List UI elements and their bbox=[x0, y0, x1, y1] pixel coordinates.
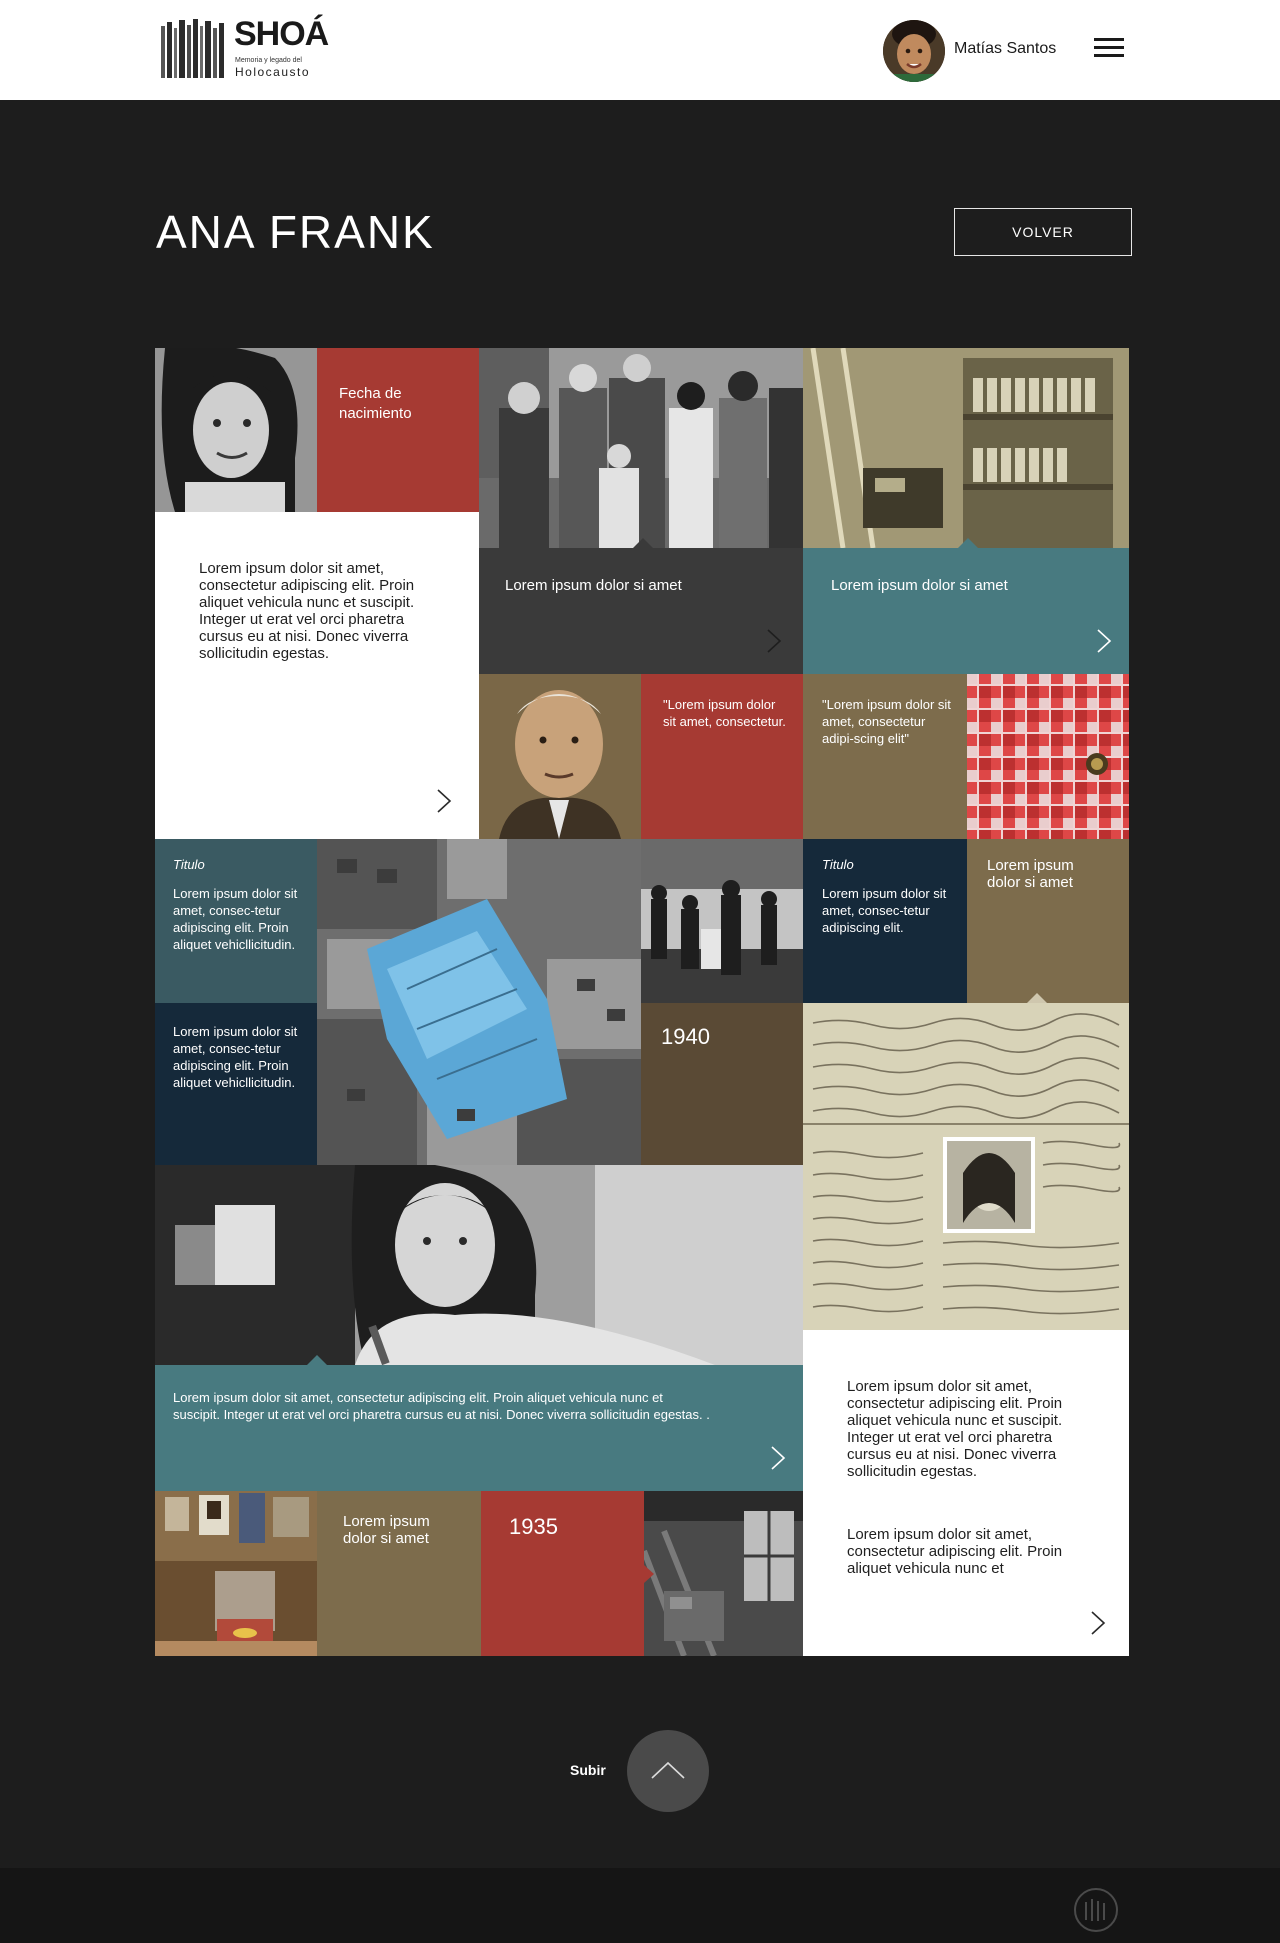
family-caption-tile[interactable]: Lorem ipsum dolor si amet bbox=[479, 548, 803, 674]
otto-frank-photo[interactable] bbox=[479, 674, 641, 839]
birth-date-label: Fecha de nacimiento bbox=[339, 385, 412, 422]
attic-room-photo[interactable] bbox=[644, 1491, 803, 1656]
olive-caption-tile[interactable]: Lorem ipsum dolor si amet bbox=[967, 839, 1129, 1003]
camp-scene-photo[interactable] bbox=[641, 839, 803, 1003]
logo-tagline: Holocausto bbox=[235, 65, 311, 79]
intro-text: Lorem ipsum dolor sit amet, consectetur … bbox=[199, 560, 415, 662]
year-label: 1935 bbox=[509, 1514, 558, 1539]
tile-notch bbox=[307, 1355, 327, 1365]
site-footer bbox=[0, 1868, 1280, 1943]
family-group-photo[interactable] bbox=[479, 348, 803, 548]
olive-caption: Lorem ipsum dolor si amet bbox=[987, 857, 1074, 891]
side-text-2: Lorem ipsum dolor sit amet, consectetur … bbox=[847, 1526, 1063, 1577]
aerial-annex-photo[interactable] bbox=[317, 839, 641, 1165]
tile-body-text: Lorem ipsum dolor sit amet, consec-tetur… bbox=[822, 886, 947, 935]
family-caption: Lorem ipsum dolor si amet bbox=[505, 577, 682, 594]
tile-title-label: Titulo bbox=[822, 857, 854, 872]
silhouettes-logo-icon bbox=[161, 19, 224, 78]
intro-text-tile[interactable]: Lorem ipsum dolor sit amet, consectetur … bbox=[155, 512, 479, 839]
titulo-teal-tile[interactable]: Titulo Lorem ipsum dolor sit amet, conse… bbox=[155, 839, 317, 1003]
logo-subtitle: Memoria y legado del bbox=[235, 57, 302, 64]
hamburger-menu-icon[interactable] bbox=[1094, 38, 1124, 60]
tile-notch bbox=[958, 538, 978, 548]
tile-body-text: Lorem ipsum dolor sit amet, consec-tetur… bbox=[173, 886, 298, 952]
tile-title-label: Titulo bbox=[173, 857, 205, 872]
annex-caption-tile[interactable]: Lorem ipsum dolor si amet bbox=[803, 548, 1129, 674]
navy-text-tile[interactable]: Lorem ipsum dolor sit amet, consec-tetur… bbox=[155, 1003, 317, 1165]
secret-annex-bookcase-photo[interactable] bbox=[803, 348, 1129, 548]
back-button[interactable]: VOLVER bbox=[954, 208, 1132, 256]
scroll-top-button[interactable] bbox=[627, 1730, 709, 1812]
footer-emblem-icon bbox=[1085, 1899, 1105, 1921]
chevron-up-icon bbox=[651, 1761, 685, 1779]
writing-text: Lorem ipsum dolor sit amet, consectetur … bbox=[173, 1390, 710, 1422]
year-1935-tile[interactable]: 1935 bbox=[481, 1491, 644, 1656]
chevron-right-icon[interactable] bbox=[435, 788, 453, 814]
shoa-logo[interactable]: SHOÁ Memoria y legado del Holocausto bbox=[158, 16, 329, 82]
side-text-tile[interactable]: Lorem ipsum dolor sit amet, consectetur … bbox=[803, 1330, 1129, 1656]
otto-quote: "Lorem ipsum dolor sit amet, consectetur… bbox=[663, 697, 786, 729]
user-photo bbox=[883, 20, 945, 82]
chevron-right-icon[interactable] bbox=[765, 628, 783, 654]
museum-caption-tile[interactable]: Lorem ipsum dolor si amet bbox=[317, 1491, 481, 1656]
chevron-right-icon[interactable] bbox=[769, 1445, 787, 1471]
tile-notch bbox=[644, 1565, 654, 1583]
birth-date-tile[interactable]: Fecha de nacimiento bbox=[317, 348, 479, 512]
titulo-navy-tile[interactable]: Titulo Lorem ipsum dolor sit amet, conse… bbox=[803, 839, 967, 1003]
diary-quote: "Lorem ipsum dolor sit amet, consectetur… bbox=[822, 697, 951, 746]
anne-writing-photo[interactable] bbox=[155, 1165, 803, 1365]
museum-caption: Lorem ipsum dolor si amet bbox=[343, 1513, 430, 1547]
footer-logo-icon[interactable] bbox=[1074, 1888, 1118, 1932]
anne-portrait-photo[interactable] bbox=[155, 348, 317, 512]
tile-notch bbox=[1027, 993, 1047, 1003]
year-1940-tile[interactable]: 1940 bbox=[641, 1003, 803, 1165]
writing-text-tile[interactable]: Lorem ipsum dolor sit amet, consectetur … bbox=[155, 1365, 803, 1491]
chevron-right-icon[interactable] bbox=[1095, 628, 1113, 654]
tile-notch bbox=[633, 538, 653, 548]
site-header: SHOÁ Memoria y legado del Holocausto Mat… bbox=[0, 0, 1280, 100]
avatar[interactable] bbox=[883, 20, 945, 82]
otto-quote-tile[interactable]: "Lorem ipsum dolor sit amet, consectetur… bbox=[641, 674, 803, 839]
chevron-right-icon[interactable] bbox=[1089, 1610, 1107, 1636]
year-label: 1940 bbox=[661, 1024, 710, 1049]
side-text-1: Lorem ipsum dolor sit amet, consectetur … bbox=[847, 1378, 1063, 1480]
user-name[interactable]: Matías Santos bbox=[954, 40, 1056, 58]
tile-body-text: Lorem ipsum dolor sit amet, consec-tetur… bbox=[173, 1024, 298, 1090]
logo-title: SHOÁ bbox=[234, 15, 329, 53]
museum-display-photo[interactable] bbox=[155, 1491, 317, 1656]
diary-quote-tile[interactable]: "Lorem ipsum dolor sit amet, consectetur… bbox=[803, 674, 967, 839]
checkered-diary-photo[interactable] bbox=[967, 674, 1129, 839]
diary-page-photo[interactable] bbox=[803, 1003, 1129, 1330]
annex-caption: Lorem ipsum dolor si amet bbox=[831, 577, 1008, 594]
page-title: ANA FRANK bbox=[156, 206, 435, 258]
scroll-top-label[interactable]: Subir bbox=[570, 1762, 606, 1778]
